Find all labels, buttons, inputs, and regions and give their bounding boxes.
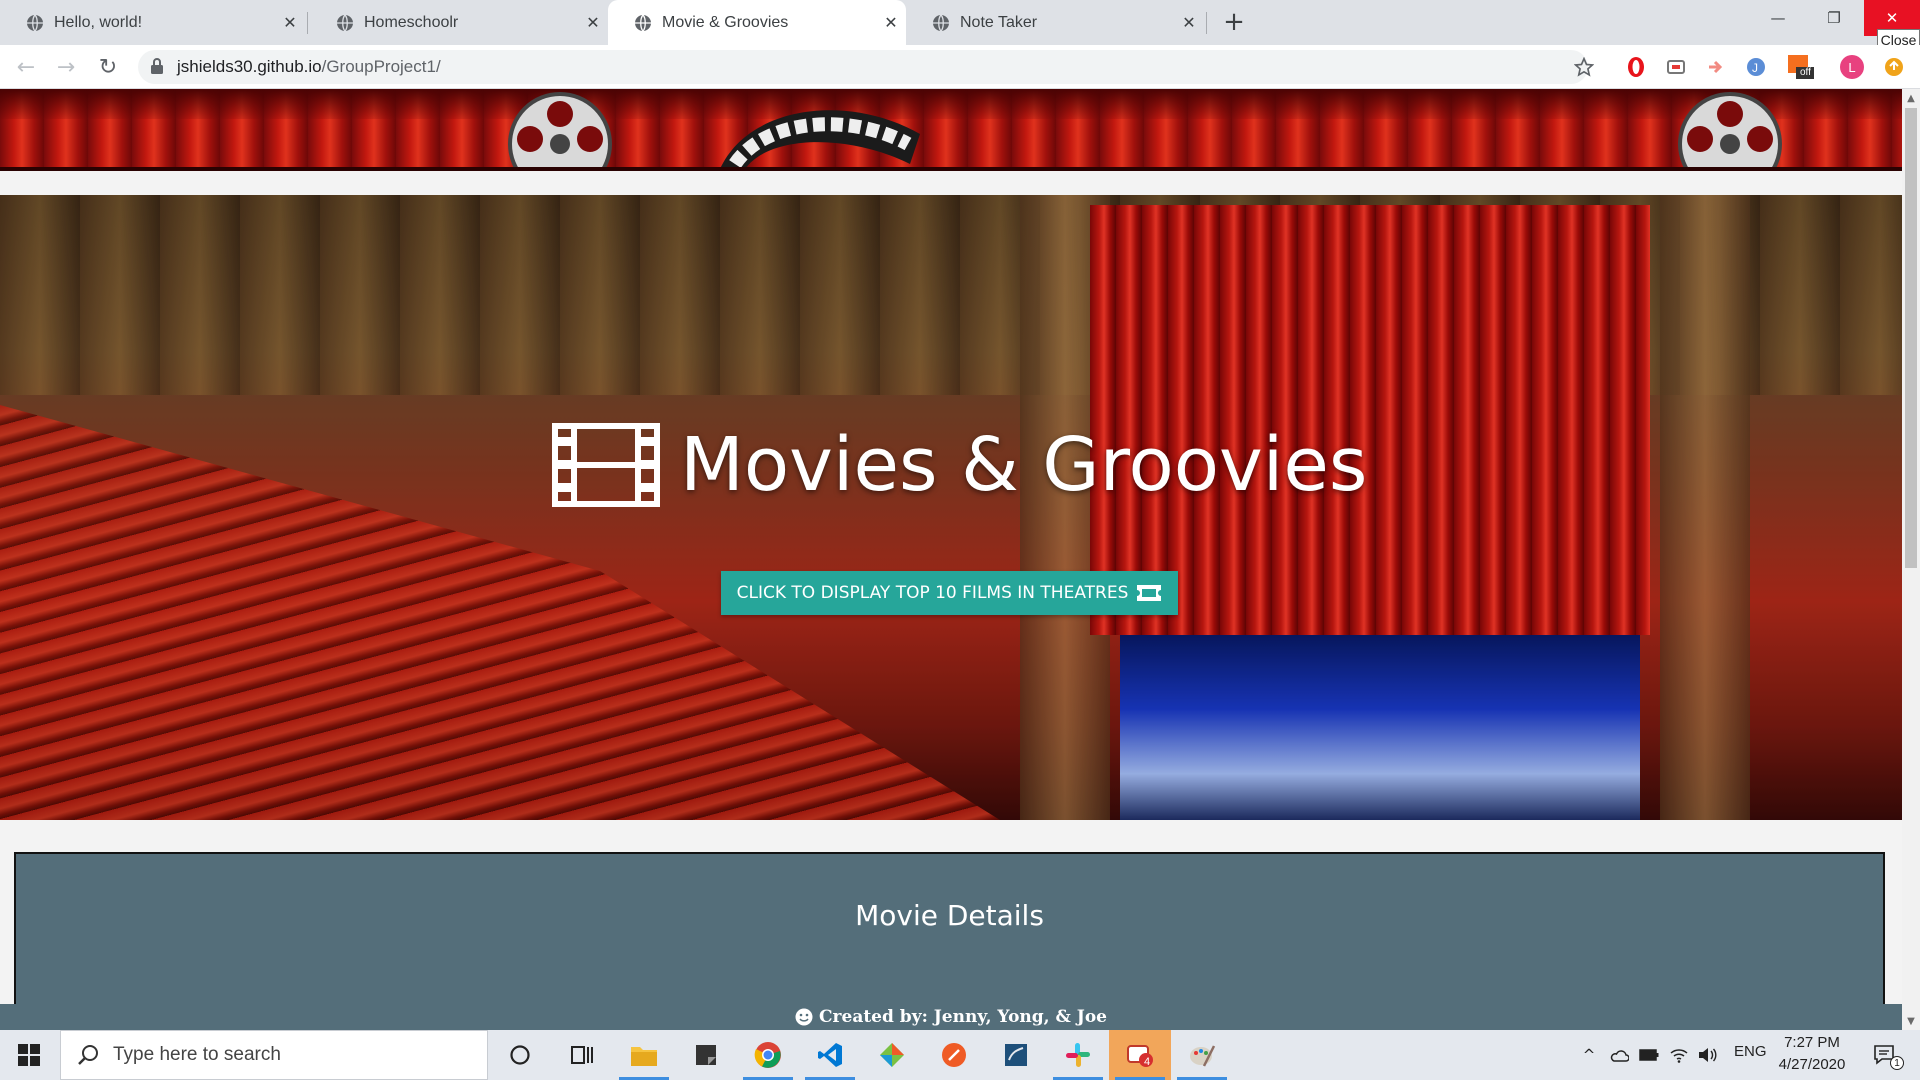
opera-extension-icon[interactable] bbox=[1622, 53, 1650, 81]
url-path: /GroupProject1/ bbox=[321, 57, 441, 76]
taskbar-git-app[interactable] bbox=[861, 1030, 923, 1080]
grammar-extension-icon[interactable]: J bbox=[1742, 53, 1770, 81]
film-strip-icon bbox=[720, 110, 920, 169]
tab-separator bbox=[1206, 12, 1207, 34]
svg-text:J: J bbox=[1752, 61, 1758, 75]
taskbar-chrome[interactable] bbox=[737, 1030, 799, 1080]
tab-hello-world[interactable]: Hello, world! ✕ bbox=[0, 0, 305, 45]
volume-icon[interactable] bbox=[1696, 1042, 1718, 1068]
new-tab-button[interactable]: + bbox=[1218, 6, 1250, 38]
bookmark-star-icon[interactable] bbox=[1570, 53, 1598, 81]
url-text[interactable]: jshields30.github.io/GroupProject1/ bbox=[177, 54, 441, 80]
close-icon[interactable]: ✕ bbox=[876, 13, 906, 33]
back-button[interactable]: ← bbox=[10, 51, 42, 83]
windows-logo-icon bbox=[18, 1044, 40, 1066]
cortana-button[interactable] bbox=[489, 1030, 551, 1080]
scrollbar-thumb[interactable] bbox=[1905, 108, 1917, 568]
restore-button[interactable]: ❐ bbox=[1806, 0, 1862, 36]
battery-icon[interactable] bbox=[1638, 1042, 1660, 1068]
globe-icon bbox=[27, 14, 43, 31]
start-button[interactable] bbox=[0, 1030, 58, 1080]
taskbar-file-explorer[interactable] bbox=[613, 1030, 675, 1080]
cast-extension-icon[interactable] bbox=[1662, 53, 1690, 81]
taskbar-search-input[interactable]: Type here to search bbox=[60, 1030, 488, 1080]
taskbar-mysql-workbench[interactable] bbox=[985, 1030, 1047, 1080]
display-top-films-button[interactable]: CLICK TO DISPLAY TOP 10 FILMS IN THEATRE… bbox=[721, 571, 1178, 615]
profile-avatar[interactable]: L bbox=[1838, 53, 1866, 81]
toggle-extension-icon[interactable]: off bbox=[1784, 53, 1818, 81]
smile-icon bbox=[795, 1008, 813, 1026]
language-indicator[interactable]: ENG bbox=[1734, 1043, 1767, 1060]
reload-button[interactable]: ↻ bbox=[92, 51, 124, 83]
diamond-app-icon bbox=[880, 1043, 904, 1067]
database-app-icon bbox=[1005, 1044, 1027, 1066]
taskbar-paint[interactable] bbox=[1171, 1030, 1233, 1080]
hero-theatre-image: Movies & Groovies CLICK TO DISPLAY TOP 1… bbox=[0, 195, 1902, 820]
tab-homeschoolr[interactable]: Homeschoolr ✕ bbox=[310, 0, 608, 45]
tab-label: Movie & Groovies bbox=[662, 13, 789, 31]
film-reel-icon bbox=[508, 92, 612, 169]
taskbar-messaging-app[interactable]: 4 bbox=[1109, 1030, 1171, 1080]
task-view-button[interactable] bbox=[551, 1030, 613, 1080]
vscode-icon bbox=[818, 1043, 842, 1067]
tab-separator bbox=[307, 12, 308, 34]
update-icon[interactable] bbox=[1880, 53, 1908, 81]
close-icon[interactable]: ✕ bbox=[578, 13, 608, 33]
ticket-icon bbox=[1137, 585, 1162, 601]
page-title: Movies & Groovies bbox=[552, 415, 1367, 515]
share-extension-icon[interactable] bbox=[1702, 53, 1730, 81]
lock-icon bbox=[151, 58, 163, 74]
cortana-circle-icon bbox=[510, 1045, 530, 1065]
forward-button[interactable]: → bbox=[50, 51, 82, 83]
footer-credits-text: Created by: Jenny, Yong, & Joe bbox=[819, 1007, 1107, 1027]
tab-label: Hello, world! bbox=[54, 13, 143, 31]
onedrive-cloud-icon[interactable] bbox=[1608, 1042, 1630, 1068]
extension-badge: off bbox=[1800, 67, 1811, 78]
cta-label: CLICK TO DISPLAY TOP 10 FILMS IN THEATRE… bbox=[736, 583, 1129, 603]
minimize-button[interactable]: — bbox=[1750, 0, 1806, 36]
task-view-icon bbox=[571, 1046, 593, 1064]
tab-movie-groovies[interactable]: Movie & Groovies ✕ bbox=[608, 0, 906, 45]
footer-credits: Created by: Jenny, Yong, & Joe bbox=[0, 1007, 1902, 1027]
taskbar-slack[interactable] bbox=[1047, 1030, 1109, 1080]
action-center-button[interactable]: 1 bbox=[1868, 1042, 1904, 1070]
taskbar-sticky-notes[interactable] bbox=[675, 1030, 737, 1080]
film-icon bbox=[552, 423, 660, 507]
globe-icon bbox=[933, 14, 949, 31]
banner-border bbox=[0, 167, 1902, 171]
wifi-icon[interactable] bbox=[1668, 1042, 1690, 1068]
banner-shadow bbox=[0, 89, 1902, 119]
page-viewport: Movies & Groovies CLICK TO DISPLAY TOP 1… bbox=[0, 89, 1902, 1030]
chrome-icon bbox=[754, 1042, 781, 1068]
tab-note-taker[interactable]: Note Taker ✕ bbox=[906, 0, 1204, 45]
close-icon[interactable]: ✕ bbox=[275, 13, 305, 33]
scroll-down-arrow-icon[interactable]: ▼ bbox=[1902, 1012, 1920, 1030]
taskbar-vscode[interactable] bbox=[799, 1030, 861, 1080]
tab-label: Homeschoolr bbox=[364, 13, 459, 31]
page-title-text: Movies & Groovies bbox=[680, 422, 1368, 508]
film-reel-icon bbox=[1678, 92, 1782, 169]
postman-icon bbox=[942, 1043, 966, 1067]
folder-icon bbox=[631, 1047, 657, 1066]
notification-count: 1 bbox=[1890, 1056, 1904, 1070]
avatar-initial: L bbox=[1840, 55, 1864, 79]
close-icon[interactable]: ✕ bbox=[1174, 13, 1204, 33]
movie-details-title: Movie Details bbox=[855, 899, 1044, 932]
globe-icon bbox=[635, 14, 651, 31]
paint-palette-icon bbox=[1190, 1045, 1216, 1067]
clock-date: 4/27/2020 bbox=[1778, 1056, 1846, 1073]
tab-label: Note Taker bbox=[960, 13, 1038, 31]
taskbar-postman[interactable] bbox=[923, 1030, 985, 1080]
url-host: jshields30.github.io bbox=[177, 57, 322, 76]
mail-badge: 4 bbox=[1144, 1056, 1151, 1068]
notes-icon bbox=[696, 1045, 716, 1065]
chevron-up-icon[interactable]: ^ bbox=[1578, 1042, 1600, 1068]
search-placeholder: Type here to search bbox=[113, 1044, 281, 1065]
scroll-up-arrow-icon[interactable]: ▲ bbox=[1902, 89, 1920, 107]
search-icon bbox=[78, 1045, 98, 1065]
globe-icon bbox=[337, 14, 353, 31]
clock-time: 7:27 PM bbox=[1784, 1034, 1840, 1051]
system-clock[interactable]: 7:27 PM 4/27/2020 bbox=[1770, 1032, 1854, 1076]
slack-icon bbox=[1066, 1043, 1090, 1067]
